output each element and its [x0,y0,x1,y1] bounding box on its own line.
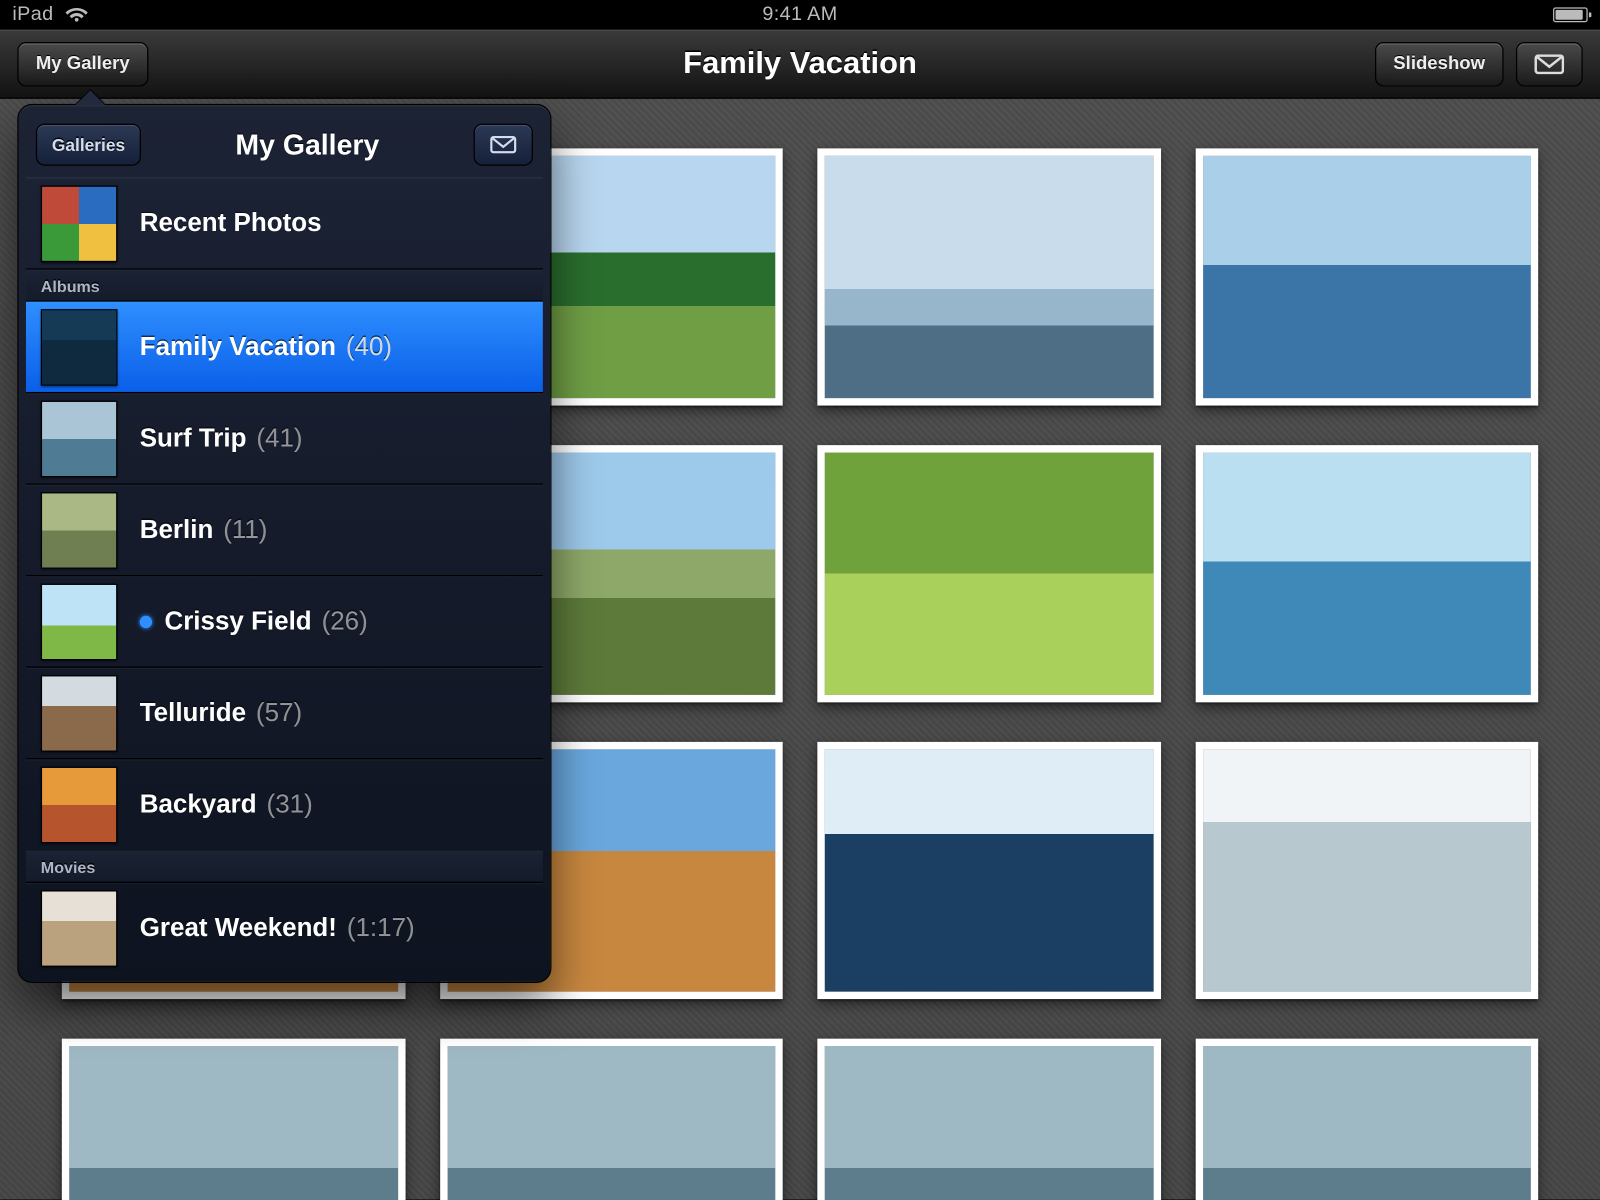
photo-thumb[interactable] [817,742,1160,999]
album-count: (26) [322,607,368,637]
slideshow-button[interactable]: Slideshow [1375,41,1504,86]
album-label: Surf Trip [140,424,247,454]
album-item[interactable]: Telluride (57) [26,668,543,760]
mail-icon [490,136,517,153]
photo-thumb[interactable] [817,1039,1160,1200]
section-header-movies: Movies [26,851,543,883]
album-thumb [41,309,118,386]
album-label: Telluride [140,698,246,728]
page-title: Family Vacation [683,46,917,82]
album-thumb [41,400,118,477]
movie-thumb [41,890,118,967]
album-label: Recent Photos [140,208,322,238]
recent-photos-item[interactable]: Recent Photos [26,178,543,270]
album-item[interactable]: Surf Trip (41) [26,393,543,485]
album-count: (57) [256,698,302,728]
photo-thumb[interactable] [440,1039,783,1200]
album-thumb [41,492,118,569]
mail-icon [1534,54,1564,74]
album-label: Crissy Field [164,607,311,637]
nav-bar: My Gallery Family Vacation Slideshow [0,30,1600,99]
popover-title: My Gallery [154,128,462,161]
album-label: Berlin [140,515,214,545]
wifi-icon [66,6,88,23]
movie-item[interactable]: Great Weekend! (1:17) [26,883,543,975]
photo-thumb[interactable] [817,148,1160,405]
gallery-popover: Galleries My Gallery Recent Photos Album… [17,104,551,983]
album-item[interactable]: Crissy Field (26) [26,576,543,668]
album-label: Backyard [140,790,257,820]
movie-label: Great Weekend! [140,914,337,944]
album-count: (41) [256,424,302,454]
album-thumb [41,185,118,262]
device-label: iPad [12,4,53,26]
album-thumb [41,583,118,660]
album-thumb [41,767,118,844]
popover-mail-button[interactable] [474,124,533,166]
unread-dot-icon [140,615,152,627]
photo-thumb[interactable] [817,445,1160,702]
album-thumb [41,675,118,752]
galleries-back-button[interactable]: Galleries [36,124,141,166]
battery-icon [1553,7,1588,22]
share-mail-button[interactable] [1516,41,1583,86]
status-bar: iPad 9:41 AM [0,0,1600,30]
clock: 9:41 AM [762,4,837,26]
album-label: Family Vacation [140,332,336,362]
section-header-albums: Albums [26,270,543,302]
album-count: (40) [346,332,392,362]
album-count: (31) [267,790,313,820]
photo-thumb[interactable] [1195,148,1538,405]
album-item[interactable]: Berlin (11) [26,485,543,577]
album-item[interactable]: Family Vacation (40) [26,302,543,394]
photo-thumb[interactable] [1195,445,1538,702]
photo-thumb[interactable] [1195,1039,1538,1200]
album-count: (11) [223,515,267,545]
movie-duration: (1:17) [347,914,415,944]
back-button[interactable]: My Gallery [17,41,148,86]
photo-thumb[interactable] [1195,742,1538,999]
album-item[interactable]: Backyard (31) [26,759,543,851]
photo-thumb[interactable] [62,1039,405,1200]
